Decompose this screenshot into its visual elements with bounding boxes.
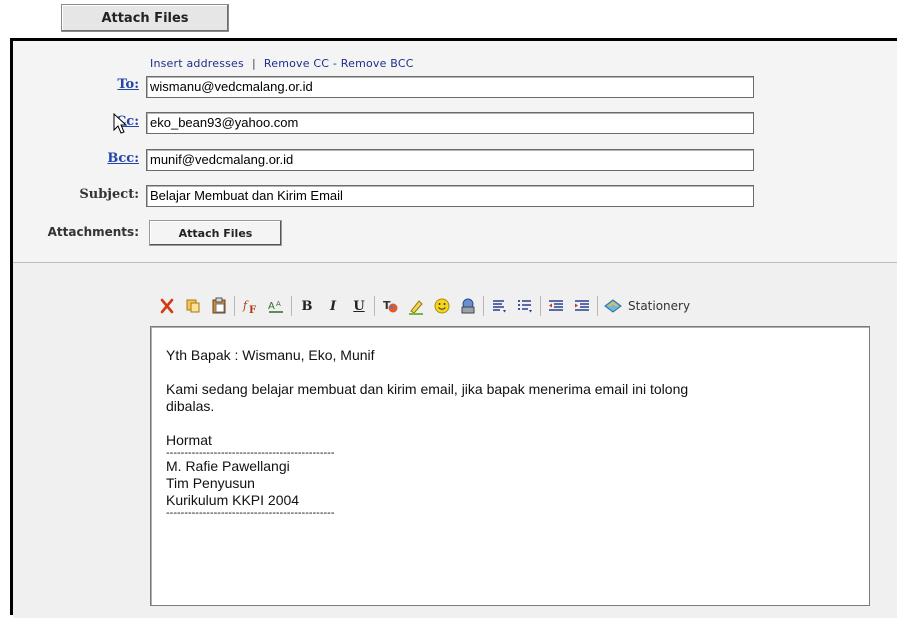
insert-addresses-link[interactable]: Insert addresses (150, 57, 244, 70)
subject-field[interactable]: Belajar Membuat dan Kirim Email (146, 185, 754, 207)
toolbar-separator (374, 296, 375, 316)
subject-label: Subject: (79, 187, 139, 202)
align-icon[interactable] (488, 295, 510, 317)
signature-team: Tim Penyusun (166, 475, 255, 491)
toolbar-separator (291, 296, 292, 316)
outdent-icon[interactable] (545, 295, 567, 317)
list-icon[interactable] (514, 295, 536, 317)
cut-icon[interactable] (156, 295, 178, 317)
highlight-icon[interactable] (405, 295, 427, 317)
cc-field[interactable]: eko_bean93@yahoo.com (146, 112, 754, 134)
insert-link-icon[interactable] (457, 295, 479, 317)
link-dash: - (332, 57, 338, 70)
bcc-label-link[interactable]: Bcc: (21, 151, 139, 166)
body-greeting: Yth Bapak : Wismanu, Eko, Munif (166, 347, 375, 363)
signature-divider-top: ----------------------------------------… (166, 449, 335, 458)
emoticon-icon[interactable] (431, 295, 453, 317)
signature-divider-bottom: ----------------------------------------… (166, 509, 335, 518)
copy-icon[interactable] (182, 295, 204, 317)
signature-name: M. Rafie Pawellangi (166, 458, 290, 474)
svg-text:A: A (276, 300, 281, 308)
bold-icon[interactable]: B (296, 295, 318, 317)
remove-cc-link[interactable]: Remove CC (264, 57, 329, 70)
text-color-icon[interactable]: T (379, 295, 401, 317)
link-separator: | (251, 57, 256, 70)
stationery-button[interactable]: Stationery (628, 299, 690, 313)
to-label-link[interactable]: To: (21, 77, 139, 92)
signature-curriculum: Kurikulum KKPI 2004 (166, 492, 300, 508)
bcc-field[interactable]: munif@vedcmalang.or.id (146, 149, 754, 171)
mouse-pointer-icon (113, 113, 128, 134)
font-size-icon[interactable]: AA (265, 295, 287, 317)
to-field[interactable]: wismanu@vedcmalang.or.id (146, 76, 754, 98)
attachments-label: Attachments: (47, 225, 139, 239)
formatting-toolbar: fF AA B I U T Stationery (156, 295, 690, 317)
underline-icon[interactable]: U (348, 295, 370, 317)
attach-files-button[interactable]: Attach Files (149, 220, 282, 246)
toolbar-separator (483, 296, 484, 316)
body-line-1: Kami sedang belajar membuat dan kirim em… (166, 381, 689, 397)
address-links: Insert addresses | Remove CC - Remove BCC (150, 57, 414, 70)
font-icon[interactable]: fF (239, 295, 261, 317)
indent-icon[interactable] (571, 295, 593, 317)
toolbar-separator (234, 296, 235, 316)
attach-files-top-button[interactable]: Attach Files (61, 4, 229, 32)
address-section: Insert addresses | Remove CC - Remove BCC … (13, 41, 897, 262)
paste-icon[interactable] (208, 295, 230, 317)
svg-text:f: f (242, 299, 249, 312)
svg-text:A: A (268, 301, 275, 312)
body-closing: Hormat (166, 432, 212, 448)
toolbar-separator (597, 296, 598, 316)
message-body-editor[interactable]: Yth Bapak : Wismanu, Eko, Munif Kami sed… (150, 326, 870, 606)
stationery-icon[interactable] (602, 295, 624, 317)
remove-bcc-link[interactable]: Remove BCC (341, 57, 414, 70)
italic-icon[interactable]: I (322, 295, 344, 317)
editor-section: fF AA B I U T Stationery Yth Bapak: Wis… (13, 263, 897, 618)
compose-frame: Insert addresses | Remove CC - Remove BCC … (10, 38, 897, 618)
svg-text:F: F (249, 305, 256, 315)
toolbar-separator (540, 296, 541, 316)
body-line-2: dibalas. (166, 398, 215, 414)
